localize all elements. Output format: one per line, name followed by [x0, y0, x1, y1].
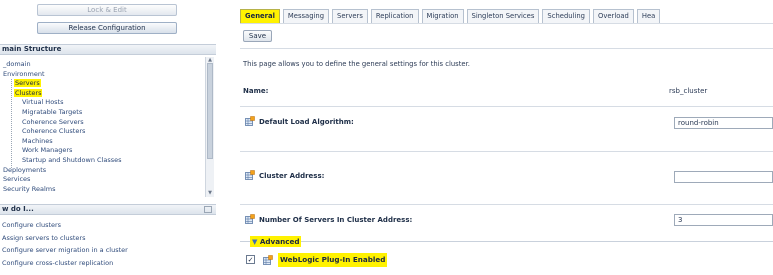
- number-of-servers-label: Number Of Servers In Cluster Address:: [259, 216, 413, 224]
- tree-item[interactable]: Coherence Servers: [22, 118, 84, 126]
- how-do-i-link[interactable]: Configure server migration in a cluster: [2, 246, 128, 255]
- how-do-i-title: w do I...: [2, 205, 34, 213]
- tree-item[interactable]: Environment: [3, 70, 45, 78]
- advanced-section-divider: [240, 241, 773, 242]
- weblogic-plugin-checkbox[interactable]: ✓: [246, 255, 255, 264]
- scrollbar-thumb[interactable]: [207, 63, 213, 159]
- tree-item[interactable]: Virtual Hosts: [22, 98, 64, 106]
- load-algorithm-divider: [240, 151, 773, 152]
- scroll-down-icon[interactable]: ▼: [207, 191, 213, 196]
- name-label: Name:: [243, 87, 269, 95]
- tab-messaging[interactable]: Messaging: [282, 9, 330, 23]
- tree-guide-line: [11, 79, 12, 168]
- tree-item[interactable]: Services: [3, 175, 30, 183]
- page-description: This page allows you to define the gener…: [243, 60, 470, 68]
- settings-tabs: General Messaging Servers Replication Migrat…: [240, 9, 663, 23]
- tab-migration[interactable]: Migration: [421, 9, 464, 23]
- tree-item[interactable]: _domain: [3, 60, 31, 68]
- how-do-i-link[interactable]: Configure clusters: [2, 221, 61, 230]
- tab-hea[interactable]: Hea: [636, 9, 661, 23]
- tab-overload[interactable]: Overload: [592, 9, 634, 23]
- lock-and-edit-button[interactable]: Lock & Edit: [37, 4, 177, 16]
- tree-item[interactable]: Coherence Clusters: [22, 127, 85, 135]
- name-value: rsb_cluster: [669, 87, 708, 95]
- domain-structure-tree: _domain Environment Servers Clusters Virtual…: [0, 57, 205, 200]
- save-button[interactable]: Save: [243, 30, 272, 42]
- tree-item[interactable]: Deployments: [3, 166, 46, 174]
- toolbar-divider: [240, 48, 773, 49]
- help-grid-icon[interactable]: [245, 170, 255, 180]
- how-do-i-link[interactable]: Configure cross-cluster replication: [2, 259, 113, 268]
- chevron-down-icon: ▼: [252, 238, 260, 246]
- help-grid-icon[interactable]: [263, 255, 273, 265]
- name-divider: [240, 106, 773, 107]
- tree-item[interactable]: Servers: [14, 79, 41, 88]
- how-do-i-link[interactable]: Assign servers to clusters: [2, 234, 85, 243]
- tab-scheduling[interactable]: Scheduling: [542, 9, 590, 23]
- tabs-divider: [240, 23, 773, 24]
- tree-item[interactable]: Migratable Targets: [22, 108, 82, 116]
- domain-structure-header: main Structure: [0, 44, 216, 55]
- default-load-algorithm-label: Default Load Algorithm:: [259, 118, 354, 126]
- domain-structure-title: main Structure: [2, 45, 62, 53]
- tree-item[interactable]: Clusters: [14, 88, 43, 97]
- tree-item[interactable]: Machines: [22, 137, 53, 145]
- number-of-servers-input[interactable]: 3: [674, 214, 773, 226]
- advanced-label: Advanced: [259, 237, 300, 246]
- weblogic-plugin-label: WebLogic Plug-In Enabled: [278, 253, 388, 267]
- cluster-address-label: Cluster Address:: [259, 172, 325, 180]
- release-configuration-button[interactable]: Release Configuration: [37, 22, 177, 34]
- tab-general[interactable]: General: [240, 9, 280, 23]
- help-grid-icon[interactable]: [245, 214, 255, 224]
- cluster-address-divider: [240, 204, 773, 205]
- tab-singleton-services[interactable]: Singleton Services: [466, 9, 540, 23]
- panel-collapse-icon[interactable]: [204, 206, 212, 213]
- help-grid-icon[interactable]: [245, 116, 255, 126]
- default-load-algorithm-select[interactable]: round-robin: [674, 117, 773, 129]
- cluster-address-input[interactable]: [674, 171, 773, 183]
- how-do-i-header: w do I...: [0, 204, 216, 215]
- tree-item[interactable]: Work Managers: [22, 146, 72, 154]
- tab-servers[interactable]: Servers: [332, 9, 368, 23]
- tree-scrollbar[interactable]: ▲ ▼: [205, 57, 214, 197]
- tree-item[interactable]: Startup and Shutdown Classes: [22, 156, 122, 164]
- tab-replication[interactable]: Replication: [370, 9, 419, 23]
- left-panel: Lock & Edit Release Configuration main S…: [0, 0, 218, 275]
- advanced-toggle[interactable]: ▼ Advanced: [250, 236, 302, 247]
- tree-item[interactable]: Security Realms: [3, 185, 56, 193]
- cluster-settings-panel: General Messaging Servers Replication Migrat…: [232, 0, 773, 275]
